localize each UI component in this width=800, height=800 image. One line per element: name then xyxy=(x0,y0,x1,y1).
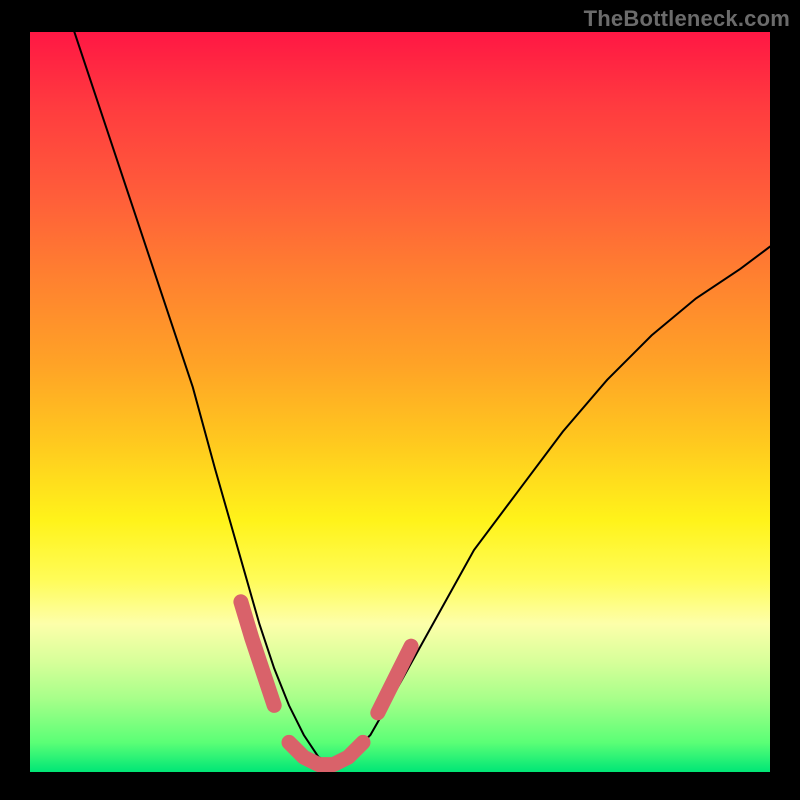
chart-frame: TheBottleneck.com xyxy=(0,0,800,800)
highlight-valley-floor xyxy=(289,742,363,764)
plot-area xyxy=(30,32,770,772)
watermark-text: TheBottleneck.com xyxy=(584,6,790,32)
highlight-right-ascent xyxy=(378,646,411,713)
curve-svg xyxy=(30,32,770,772)
bottleneck-curve xyxy=(74,32,770,765)
